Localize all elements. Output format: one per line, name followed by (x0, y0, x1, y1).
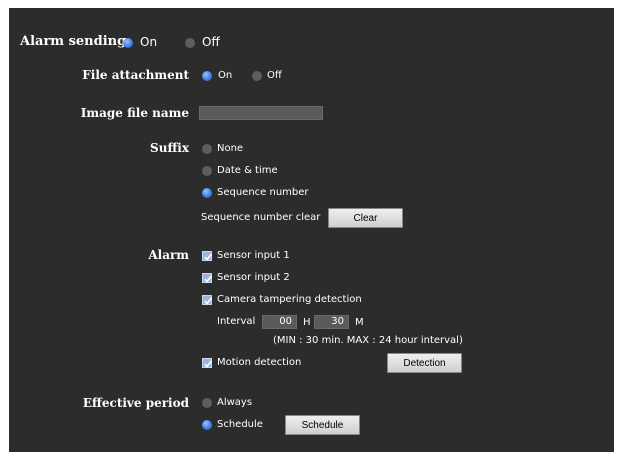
detection-button[interactable]: Detection (387, 353, 462, 373)
file-attachment-off-radio[interactable] (252, 71, 262, 81)
interval-minutes-input[interactable]: 30 (314, 315, 349, 329)
alarm-sending-label: Alarm sending (20, 34, 127, 49)
camera-tampering-checkbox[interactable] (202, 295, 213, 305)
period-always-radio[interactable] (202, 398, 212, 408)
sensor-input-2-label: Sensor input 2 (217, 272, 290, 283)
file-attachment-on-label: On (218, 70, 233, 81)
checkmark-icon (204, 253, 213, 261)
clear-button[interactable]: Clear (328, 208, 403, 228)
image-file-name-input[interactable] (199, 106, 323, 120)
period-schedule-label: Schedule (217, 419, 263, 430)
suffix-none-label: None (217, 143, 244, 154)
hours-unit-label: H (303, 317, 311, 328)
interval-label: Interval (217, 316, 256, 327)
alarm-sending-on-radio[interactable] (123, 38, 133, 48)
alarm-sending-on-label: On (140, 35, 158, 49)
file-attachment-off-label: Off (267, 70, 282, 81)
interval-hours-input[interactable]: 00 (262, 315, 297, 329)
sensor-input-1-checkbox[interactable] (202, 251, 213, 261)
alarm-label: Alarm (148, 248, 189, 262)
alarm-sending-off-label: Off (202, 35, 220, 49)
motion-detection-label: Motion detection (217, 357, 302, 368)
checkmark-icon (204, 297, 213, 305)
suffix-date-time-radio[interactable] (202, 166, 212, 176)
alarm-sending-off-radio[interactable] (185, 38, 195, 48)
suffix-sequence-number-radio[interactable] (202, 188, 212, 198)
suffix-label: Suffix (150, 141, 189, 155)
schedule-button[interactable]: Schedule (285, 415, 360, 435)
suffix-sequence-number-label: Sequence number (217, 187, 309, 198)
sequence-number-clear-label: Sequence number clear (201, 212, 321, 223)
file-attachment-on-radio[interactable] (202, 71, 212, 81)
checkmark-icon (204, 360, 213, 368)
period-schedule-radio[interactable] (202, 420, 212, 430)
checkmark-icon (204, 275, 213, 283)
interval-note: (MIN : 30 min. MAX : 24 hour interval) (273, 335, 463, 346)
suffix-date-time-label: Date & time (217, 165, 278, 176)
minutes-unit-label: M (355, 317, 364, 328)
effective-period-label: Effective period (82, 396, 189, 410)
sensor-input-2-checkbox[interactable] (202, 273, 213, 283)
image-file-name-label: Image file name (80, 106, 189, 120)
sensor-input-1-label: Sensor input 1 (217, 250, 290, 261)
period-always-label: Always (217, 397, 253, 408)
motion-detection-checkbox[interactable] (202, 358, 213, 368)
file-attachment-label: File attachment (82, 68, 189, 82)
camera-tampering-label: Camera tampering detection (217, 294, 362, 305)
suffix-none-radio[interactable] (202, 144, 212, 154)
